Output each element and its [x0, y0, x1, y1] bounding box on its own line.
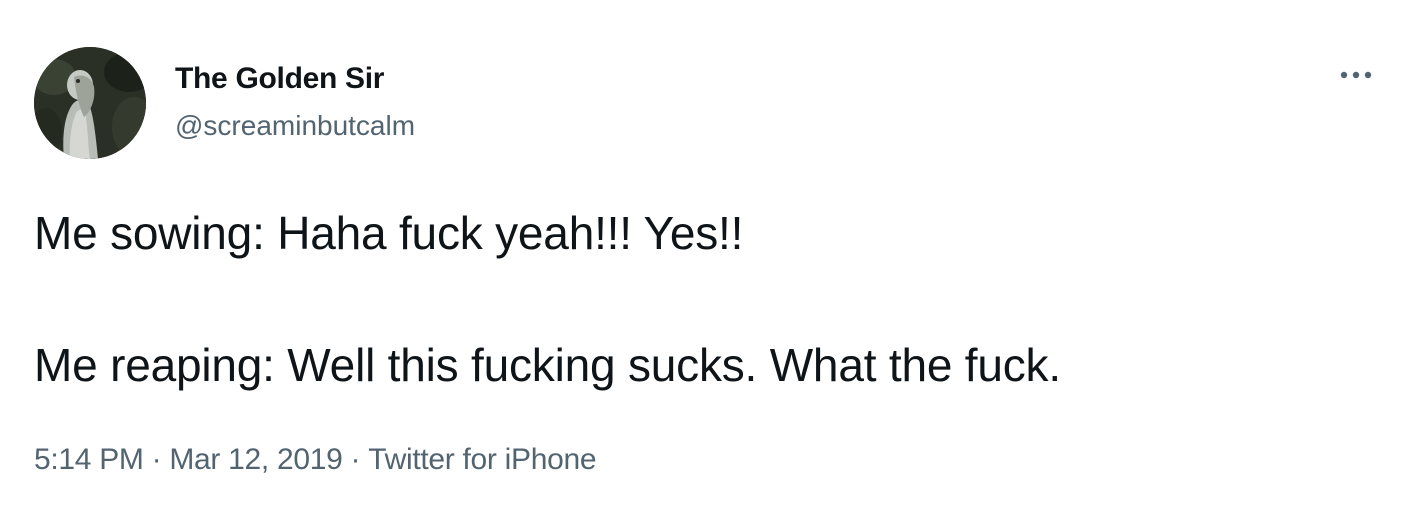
tweet-text-line: Me sowing: Haha fuck yeah!!! Yes!! [34, 207, 744, 259]
meta-separator: · [151, 443, 162, 476]
author-display-name[interactable]: The Golden Sir [175, 60, 384, 98]
author-handle[interactable]: @screaminbutcalm [175, 108, 415, 144]
meta-separator: · [350, 443, 361, 476]
tweet-text-line: Me reaping: Well this fucking sucks. Wha… [34, 339, 1061, 391]
tweet-source-link[interactable]: Twitter for iPhone [368, 443, 596, 476]
more-options-icon[interactable] [1332, 60, 1380, 90]
avatar[interactable] [34, 47, 146, 159]
tweet-date-link[interactable]: Mar 12, 2019 [169, 443, 342, 476]
tweet-card: The Golden Sir @screaminbutcalm Me sowin… [0, 0, 1402, 528]
tweet-meta: 5:14 PM · Mar 12, 2019 · Twitter for iPhone [34, 440, 597, 480]
tweet-time-link[interactable]: 5:14 PM [34, 443, 144, 476]
shoebill-bird-avatar-icon [34, 47, 146, 159]
